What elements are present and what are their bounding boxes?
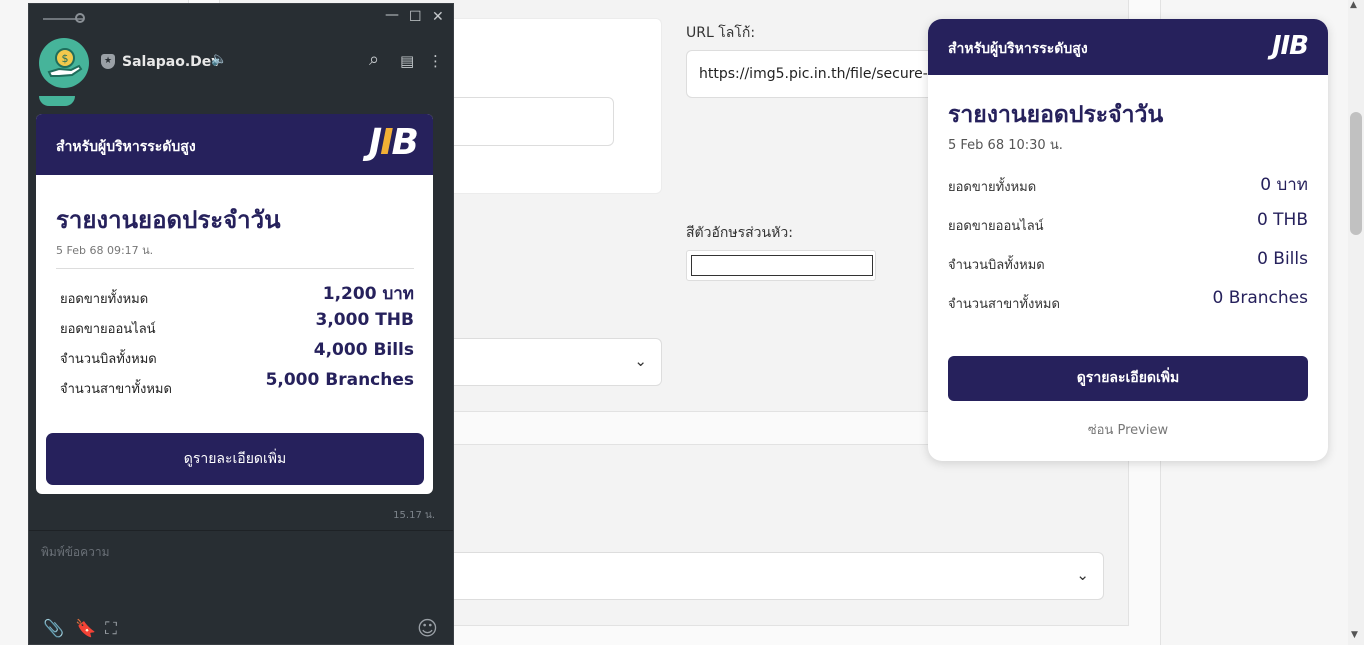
message-row-label: จำนวนสาขาทั้งหมด	[60, 382, 172, 397]
crop-icon[interactable]: ⛶	[105, 619, 117, 639]
preview-row-value: 0 บาท	[1260, 175, 1308, 195]
url-logo-input[interactable]: https://img5.pic.in.th/file/secure-sv	[686, 50, 936, 98]
message-row-label: ยอดขายทั้งหมด	[60, 292, 149, 307]
opacity-slider-knob[interactable]	[75, 13, 85, 23]
preview-row-value: 0 Branches	[1212, 288, 1308, 308]
notes-icon[interactable]: ▤	[400, 52, 414, 70]
message-row-label: ยอดขายออนไลน์	[60, 322, 156, 337]
money-hand-icon: $	[47, 48, 83, 77]
jib-logo: JIB	[1271, 31, 1309, 61]
chat-name[interactable]: Salapao.Dev	[122, 54, 220, 70]
svg-text:$: $	[62, 52, 69, 65]
message-row: จำนวนบิลทั้งหมด 4,000 Bills	[60, 340, 414, 367]
bookmark-icon[interactable]: 🔖	[75, 619, 96, 639]
jib-logo-b: B	[391, 122, 419, 163]
message-card: สำหรับผู้บริหารระดับสูง JIB รายงานยอดประ…	[36, 114, 433, 494]
jib-logo: JIB	[368, 122, 419, 163]
message-header-text: สำหรับผู้บริหารระดับสูง	[56, 139, 196, 155]
attach-icon[interactable]: 📎	[43, 619, 64, 639]
previous-avatar	[39, 96, 75, 106]
preview-header: สำหรับผู้บริหารระดับสูง JIB	[928, 19, 1328, 75]
shield-icon: ★	[101, 54, 115, 69]
message-input[interactable]: พิมพ์ข้อความ	[41, 543, 110, 562]
preview-row: ยอดขายทั้งหมด 0 บาท	[948, 171, 1308, 195]
message-header: สำหรับผู้บริหารระดับสูง JIB	[36, 114, 433, 175]
preview-title: รายงานยอดประจำวัน	[948, 102, 1164, 128]
preview-row: จำนวนสาขาทั้งหมด 0 Branches	[948, 288, 1308, 312]
divider	[56, 268, 414, 269]
more-menu-icon[interactable]: ⋮	[428, 52, 443, 70]
message-row-value: 1,200 บาท	[322, 284, 414, 304]
message-timestamp: 15.17 น.	[393, 510, 435, 521]
jib-logo-i: I	[380, 122, 393, 163]
preview-row: ยอดขายออนไลน์ 0 THB	[948, 210, 1308, 234]
preview-row-label: จำนวนบิลทั้งหมด	[948, 258, 1045, 273]
scroll-up-arrow-icon[interactable]: ▲	[1350, 0, 1357, 10]
chat-history: สำหรับผู้บริหารระดับสูง JIB รายงานยอดประ…	[29, 94, 453, 614]
form-input[interactable]	[430, 97, 614, 146]
message-title: รายงานยอดประจำวัน	[56, 206, 281, 234]
scroll-down-arrow-icon[interactable]: ▼	[1351, 630, 1358, 640]
preview-row-value: 0 THB	[1256, 210, 1308, 230]
view-details-button[interactable]: ดูรายละเอียดเพิ่ม	[948, 356, 1308, 401]
preview-row-label: ยอดขายออนไลน์	[948, 219, 1044, 234]
preview-row-value: 0 Bills	[1257, 249, 1308, 269]
message-row-value: 5,000 Branches	[265, 370, 414, 390]
emoji-icon[interactable]: ☺	[417, 616, 438, 640]
header-text-color-label: สีตัวอักษรส่วนหัว:	[686, 225, 793, 241]
preview-row: จำนวนบิลทั้งหมด 0 Bills	[948, 249, 1308, 273]
color-swatch[interactable]	[691, 255, 873, 276]
page-scrollbar-thumb[interactable]	[1350, 112, 1362, 235]
avatar[interactable]: $	[39, 38, 89, 88]
report-preview-card: สำหรับผู้บริหารระดับสูง JIB รายงานยอดประ…	[928, 19, 1328, 461]
message-row-label: จำนวนบิลทั้งหมด	[60, 352, 157, 367]
jib-logo-j: J	[368, 122, 382, 163]
minimize-icon[interactable]: —	[385, 7, 399, 23]
select-dropdown[interactable]: ⌄	[430, 338, 662, 386]
message-date: 5 Feb 68 09:17 น.	[56, 244, 154, 257]
page-scrollbar[interactable]	[1348, 0, 1364, 645]
hide-preview-link[interactable]: ซ่อน Preview	[928, 419, 1328, 440]
speaker-icon: 🔈	[211, 52, 228, 67]
message-row-value: 3,000 THB	[315, 310, 414, 330]
preview-date: 5 Feb 68 10:30 น.	[948, 138, 1063, 153]
view-details-button[interactable]: ดูรายละเอียดเพิ่ม	[46, 433, 424, 485]
chevron-down-icon: ⌄	[1076, 566, 1089, 584]
messenger-window: — ☐ ✕ $ ★ Salapao.Dev 🔈 ⌕ ▤ ⋮ สำหรับผู้บ…	[28, 3, 454, 645]
message-row: ยอดขายออนไลน์ 3,000 THB	[60, 310, 414, 337]
compose-area: พิมพ์ข้อความ 📎 🔖 ⛶ ☺	[29, 530, 453, 644]
search-icon[interactable]: ⌕	[369, 49, 379, 70]
window-titlebar: — ☐ ✕	[29, 4, 453, 32]
message-row-value: 4,000 Bills	[313, 340, 414, 360]
preview-header-text: สำหรับผู้บริหารระดับสูง	[948, 41, 1088, 57]
url-logo-label: URL โลโก้:	[686, 25, 756, 41]
select-dropdown-wide[interactable]: ⌄	[430, 552, 1104, 600]
preview-row-label: จำนวนสาขาทั้งหมด	[948, 297, 1060, 312]
close-icon[interactable]: ✕	[432, 9, 444, 25]
maximize-icon[interactable]: ☐	[409, 9, 422, 25]
message-row: ยอดขายทั้งหมด 1,200 บาท	[60, 280, 414, 307]
preview-row-label: ยอดขายทั้งหมด	[948, 180, 1037, 195]
chat-header: $ ★ Salapao.Dev 🔈 ⌕ ▤ ⋮	[29, 32, 453, 94]
message-row: จำนวนสาขาทั้งหมด 5,000 Branches	[60, 370, 414, 397]
chevron-down-icon: ⌄	[634, 352, 647, 370]
